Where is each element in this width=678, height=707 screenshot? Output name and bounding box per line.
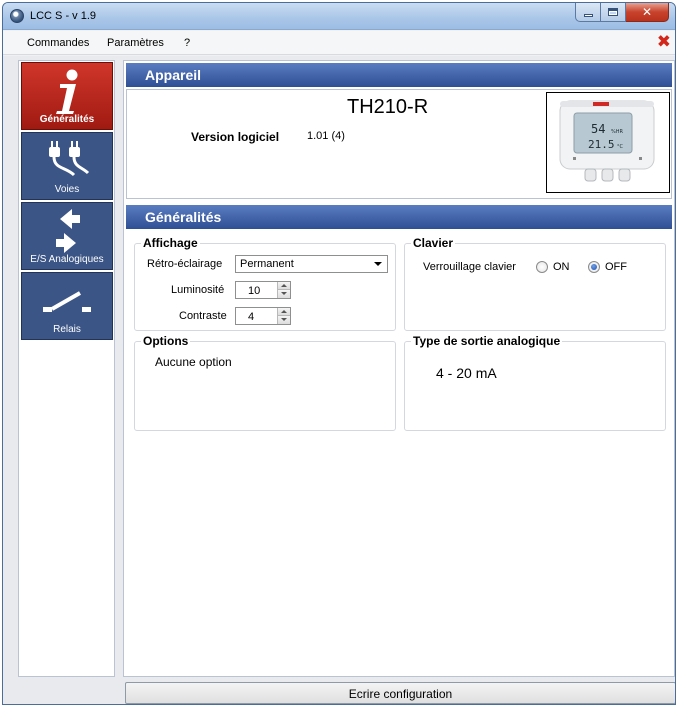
close-window-button[interactable]: ✕: [626, 3, 669, 22]
affichage-group: Affichage Rétro-éclairage Permanent Lumi…: [134, 236, 396, 331]
ecrire-configuration-button[interactable]: Ecrire configuration: [125, 682, 675, 704]
menu-commandes[interactable]: Commandes: [27, 37, 89, 49]
generalites-body: Affichage Rétro-éclairage Permanent Lumi…: [126, 229, 672, 674]
contraste-label: Contraste: [179, 310, 227, 322]
clavier-group: Clavier Verrouillage clavier ON OFF: [404, 236, 666, 331]
clavier-off-label: OFF: [605, 261, 627, 273]
sortie-analogique-group: Type de sortie analogique 4 - 20 mA: [404, 334, 666, 431]
clavier-off-radio[interactable]: [588, 261, 600, 273]
contraste-spin-buttons: [277, 308, 290, 324]
luminosite-spin-buttons: [277, 282, 290, 298]
maximize-button[interactable]: [601, 3, 626, 22]
luminosite-up-button[interactable]: [278, 282, 290, 290]
window-title: LCC S - v 1.9: [30, 10, 97, 22]
sortie-analogique-title: Type de sortie analogique: [411, 334, 563, 348]
chevron-down-icon: [374, 262, 382, 266]
sortie-analogique-value: 4 - 20 mA: [436, 365, 497, 381]
appareil-header: Appareil: [126, 63, 672, 87]
device-photo: 54 %HR 21.5 °C: [559, 100, 655, 182]
affichage-title: Affichage: [141, 236, 200, 250]
options-text: Aucune option: [155, 355, 232, 369]
appareil-box: TH210-R Version logiciel 1.01 (4) 54 %HR…: [126, 89, 672, 199]
clavier-on-label: ON: [553, 261, 570, 273]
sidebar-item-label: E/S Analogiques: [30, 254, 104, 265]
menu-parametres[interactable]: Paramètres: [107, 37, 164, 49]
sidebar-item-label: Voies: [54, 184, 80, 195]
retro-eclairage-select[interactable]: Permanent: [235, 255, 388, 273]
menu-bar: Commandes Paramètres ? ✖: [3, 31, 675, 55]
main-panel: Appareil TH210-R Version logiciel 1.01 (…: [123, 60, 675, 677]
arrows-icon: [56, 209, 80, 253]
device-display-line1: 54: [591, 122, 605, 136]
generalites-header: Généralités: [126, 205, 672, 229]
version-label: Version logiciel: [191, 130, 280, 144]
title-bar[interactable]: LCC S - v 1.9 ✕: [3, 3, 675, 30]
contraste-value: 4: [248, 311, 255, 323]
sidebar-item-relais[interactable]: Relais: [21, 272, 113, 340]
device-display-unit2: °C: [617, 144, 624, 150]
options-group: Options Aucune option: [134, 334, 396, 431]
clavier-on-radio[interactable]: [536, 261, 548, 273]
luminosite-value: 10: [248, 285, 261, 297]
options-title: Options: [141, 334, 191, 348]
retro-eclairage-value: Permanent: [240, 258, 294, 270]
contraste-stepper[interactable]: 4: [235, 307, 291, 325]
device-display-line2: 21.5: [588, 138, 615, 151]
contraste-down-button[interactable]: [278, 316, 290, 324]
content-area: Généralités Voies E/S Analogiques Relais…: [3, 56, 675, 704]
relay-switch-icon: [43, 291, 91, 312]
device-image: 54 %HR 21.5 °C: [546, 92, 670, 193]
device-display-unit1: %HR: [611, 129, 624, 135]
sidebar-item-es-analogiques[interactable]: E/S Analogiques: [21, 202, 113, 270]
sidebar-item-label: Généralités: [39, 114, 95, 125]
plugs-icon: [49, 141, 90, 177]
info-icon: [56, 69, 78, 114]
retro-eclairage-label: Rétro-éclairage: [147, 258, 223, 270]
device-model: TH210-R: [347, 96, 429, 118]
app-window: LCC S - v 1.9 ✕ Commandes Paramètres ? ✖…: [2, 2, 676, 705]
app-icon: [10, 9, 24, 23]
sidebar-item-label: Relais: [53, 324, 81, 335]
window-controls: ✕: [575, 3, 669, 22]
close-icon: ✕: [641, 5, 653, 19]
luminosite-stepper[interactable]: 10: [235, 281, 291, 299]
sidebar-item-generalites[interactable]: Généralités: [21, 62, 113, 130]
version-value: 1.01 (4): [307, 130, 345, 142]
maximize-icon: [608, 8, 618, 16]
clavier-title: Clavier: [411, 236, 456, 250]
close-app-icon[interactable]: ✖: [657, 34, 671, 51]
luminosite-label: Luminosité: [171, 284, 225, 296]
menu-help[interactable]: ?: [184, 37, 190, 49]
sidebar: Généralités Voies E/S Analogiques Relais: [18, 60, 115, 677]
luminosite-down-button[interactable]: [278, 290, 290, 298]
minimize-icon: [583, 13, 593, 17]
contraste-up-button[interactable]: [278, 308, 290, 316]
sidebar-item-voies[interactable]: Voies: [21, 132, 113, 200]
minimize-button[interactable]: [575, 3, 601, 22]
verrouillage-label: Verrouillage clavier: [423, 261, 516, 273]
